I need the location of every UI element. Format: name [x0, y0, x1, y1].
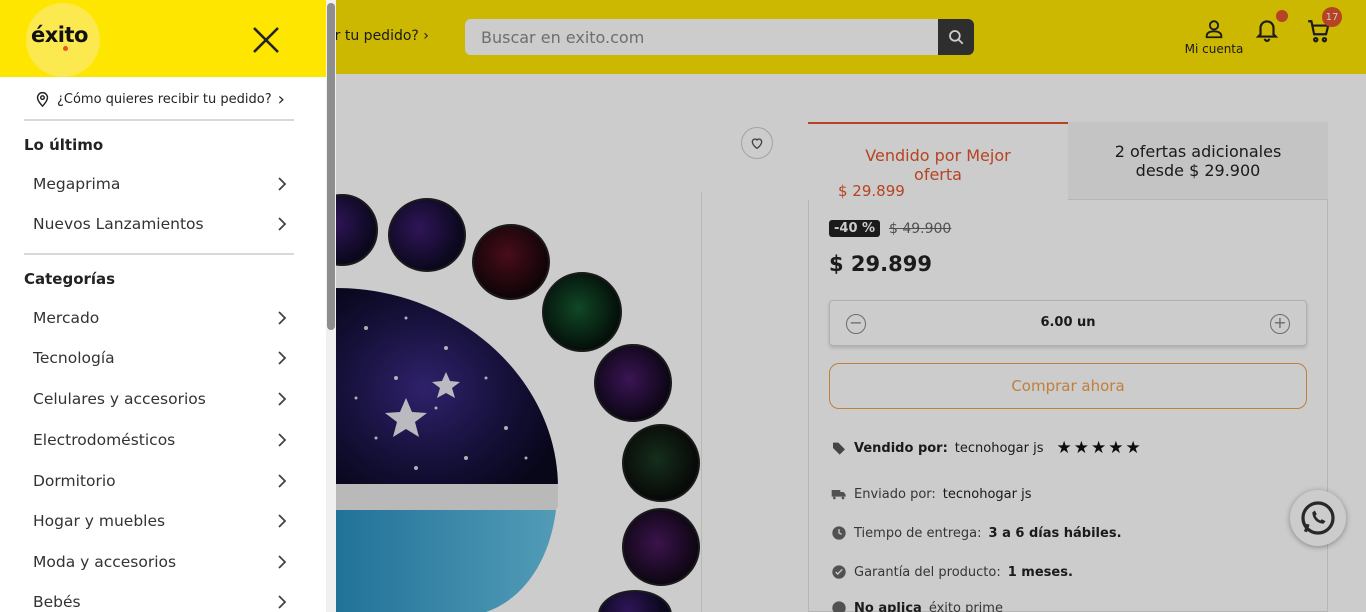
menu-item-dormitorio[interactable]: Dormitorio — [33, 467, 287, 495]
chevron-right-icon — [278, 514, 287, 528]
chevron-right-icon — [278, 351, 287, 365]
menu-item-label: Bebés — [33, 593, 81, 611]
chevron-right-icon: › — [277, 88, 285, 110]
menu-item-label: Tecnología — [33, 349, 115, 367]
chevron-right-icon — [278, 311, 287, 325]
section-title-categories: Categorías — [24, 270, 116, 288]
chevron-right-icon — [278, 392, 287, 406]
chevron-right-icon — [278, 474, 287, 488]
chevron-right-icon — [278, 555, 287, 569]
chevron-right-icon — [278, 433, 287, 447]
logo-dot — [63, 46, 68, 51]
menu-item-label: Hogar y muebles — [33, 512, 166, 530]
location-pin-icon — [36, 91, 49, 108]
chevron-right-icon — [278, 217, 287, 231]
menu-delivery-text: ¿Cómo quieres recibir tu pedido? — [57, 91, 272, 107]
side-menu: éxito ¿Cómo quieres recibir tu pedido? ›… — [0, 0, 326, 612]
menu-item-megaprima[interactable]: Megaprima — [33, 170, 287, 198]
close-icon[interactable] — [250, 24, 282, 56]
menu-item-label: Electrodomésticos — [33, 431, 176, 449]
menu-delivery-link[interactable]: ¿Cómo quieres recibir tu pedido? › — [34, 88, 304, 110]
menu-item-label: Celulares y accesorios — [33, 390, 206, 408]
menu-separator — [24, 253, 294, 255]
menu-item-moda[interactable]: Moda y accesorios — [33, 548, 287, 576]
menu-scrollbar-thumb[interactable] — [327, 3, 335, 330]
menu-item-bebes[interactable]: Bebés — [33, 588, 287, 612]
menu-item-label: Megaprima — [33, 175, 121, 193]
menu-item-label: Mercado — [33, 309, 100, 327]
chevron-right-icon — [278, 595, 287, 609]
menu-item-celulares[interactable]: Celulares y accesorios — [33, 385, 287, 413]
exito-logo[interactable]: éxito — [31, 23, 88, 47]
menu-item-label: Moda y accesorios — [33, 553, 177, 571]
menu-item-tecnologia[interactable]: Tecnología — [33, 344, 287, 372]
chevron-right-icon — [278, 177, 287, 191]
menu-item-mercado[interactable]: Mercado — [33, 304, 287, 332]
menu-header: éxito — [0, 0, 326, 77]
section-title-latest: Lo último — [24, 136, 104, 154]
menu-item-label: Dormitorio — [33, 472, 116, 490]
menu-item-electrodomesticos[interactable]: Electrodomésticos — [33, 426, 287, 454]
menu-item-hogar-muebles[interactable]: Hogar y muebles — [33, 507, 287, 535]
menu-item-label: Nuevos Lanzamientos — [33, 215, 204, 233]
menu-separator — [24, 119, 294, 121]
menu-item-nuevos-lanzamientos[interactable]: Nuevos Lanzamientos — [33, 210, 287, 238]
